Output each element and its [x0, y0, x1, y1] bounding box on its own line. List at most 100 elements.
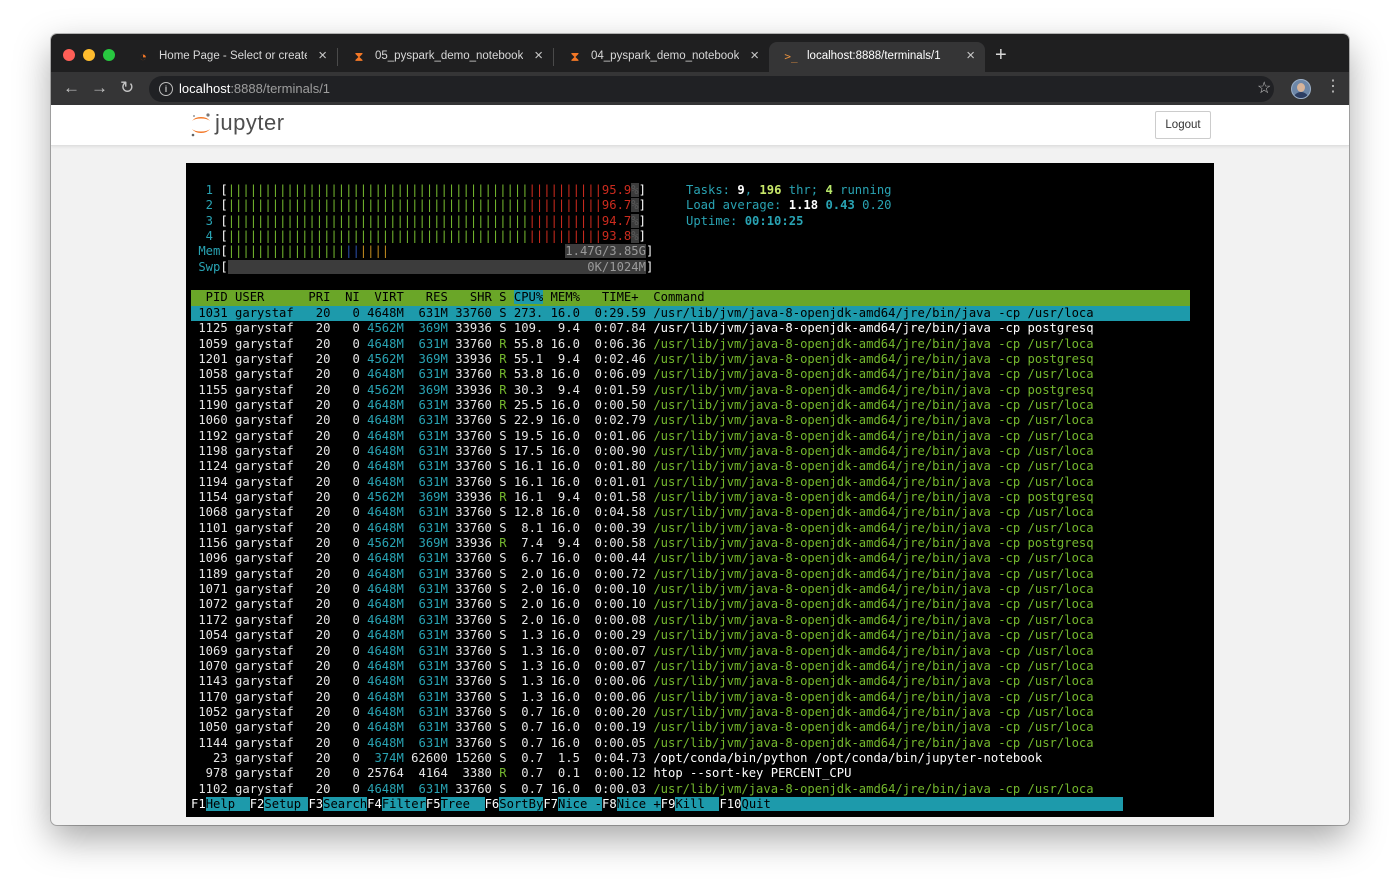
tab-04-notebook[interactable]: ⧗ 04_pyspark_demo_notebook - Jupyter × [553, 42, 769, 72]
state: S [499, 428, 514, 443]
cpu-percent: 16.1 [513, 490, 551, 504]
reload-icon[interactable]: ↻ [120, 78, 134, 98]
function-key-label[interactable]: SortBy [499, 797, 544, 811]
url-text[interactable]: localhost:8888/terminals/1 [179, 81, 330, 96]
tab-home-page[interactable]: ◔ Home Page - Select or create a noteboo… [121, 42, 338, 72]
function-key-label[interactable]: Kill [675, 797, 720, 811]
meter-bracket: ] [638, 183, 646, 197]
menu-kebab-icon[interactable]: ⋮ [1325, 77, 1341, 97]
logout-button[interactable]: Logout [1155, 111, 1211, 139]
function-key-label[interactable]: Search [323, 797, 368, 811]
address-bar[interactable]: i localhost:8888/terminals/1 [149, 76, 1274, 102]
close-icon[interactable]: × [750, 48, 759, 64]
process-row[interactable]: 1190 garystaf 20 0 4648M 631M 33760 R 25… [191, 398, 1190, 413]
process-row[interactable]: 1070 garystaf 20 0 4648M 631M 33760 S 1.… [191, 659, 1190, 674]
process-row[interactable]: 1189 garystaf 20 0 4648M 631M 33760 S 2.… [191, 567, 1190, 582]
tab-terminal[interactable]: >_ localhost:8888/terminals/1 × [769, 42, 985, 72]
close-icon[interactable]: × [966, 48, 975, 64]
priority: 20 [308, 720, 338, 735]
user: garystaf [235, 551, 309, 566]
function-key-label[interactable]: Quit [741, 797, 1124, 811]
close-window-button[interactable] [63, 49, 75, 61]
process-row[interactable]: 1101 garystaf 20 0 4648M 631M 33760 S 8.… [191, 521, 1190, 536]
time: 0:00.39 [587, 520, 654, 535]
function-key-label[interactable]: Nice + [616, 797, 661, 811]
process-row[interactable]: 1058 garystaf 20 0 4648M 631M 33760 R 53… [191, 367, 1190, 382]
jupyter-logo-icon[interactable] [189, 111, 213, 139]
state: R [499, 766, 514, 781]
cpu-percent: 1.3 [513, 689, 551, 704]
tab-title: localhost:8888/terminals/1 [807, 50, 941, 62]
process-row[interactable]: 1069 garystaf 20 0 4648M 631M 33760 S 1.… [191, 644, 1190, 659]
function-key-label[interactable]: Tree [440, 797, 485, 811]
process-row[interactable]: 978 garystaf 20 0 25764 4164 3380 R 0.7 … [191, 766, 1190, 781]
command: /usr/lib/jvm/java-8-openjdk-amd64/jre/bi… [653, 536, 1094, 551]
process-row[interactable]: 1054 garystaf 20 0 4648M 631M 33760 S 1.… [191, 628, 1190, 643]
process-row[interactable]: 1052 garystaf 20 0 4648M 631M 33760 S 0.… [191, 705, 1190, 720]
function-key-label[interactable]: Setup [264, 797, 309, 811]
process-row[interactable]: 1124 garystaf 20 0 4648M 631M 33760 S 16… [191, 459, 1190, 474]
pid: 1170 [191, 689, 236, 704]
function-key-label[interactable]: Help [205, 797, 250, 811]
pid: 1031 [191, 305, 236, 320]
process-row[interactable]: 1201 garystaf 20 0 4562M 369M 33936 R 55… [191, 352, 1190, 367]
jupyter-wordmark[interactable]: jupyter [215, 110, 285, 136]
process-row[interactable]: 1170 garystaf 20 0 4648M 631M 33760 S 1.… [191, 690, 1190, 705]
process-row[interactable]: 1102 garystaf 20 0 4648M 631M 33760 S 0.… [191, 782, 1190, 797]
virt: 4648M [367, 674, 412, 689]
process-row[interactable]: 1155 garystaf 20 0 4562M 369M 33936 R 30… [191, 383, 1190, 398]
process-row[interactable]: 1059 garystaf 20 0 4648M 631M 33760 R 55… [191, 337, 1190, 352]
terminal[interactable]: 1 [|||||||||||||||||||||||||||||||||||||… [186, 163, 1214, 817]
process-row[interactable]: 1068 garystaf 20 0 4648M 631M 33760 S 12… [191, 505, 1190, 520]
process-row[interactable]: 1156 garystaf 20 0 4562M 369M 33936 R 7.… [191, 536, 1190, 551]
bookmark-star-icon[interactable]: ☆ [1257, 78, 1271, 98]
state: R [499, 351, 514, 366]
pid: 1154 [191, 490, 236, 504]
pid: 1096 [191, 551, 236, 566]
res: 631M [411, 781, 456, 796]
virt: 4648M [367, 628, 412, 643]
function-key-f7: F7 [543, 797, 558, 811]
process-row[interactable]: 1060 garystaf 20 0 4648M 631M 33760 S 22… [191, 413, 1190, 428]
process-row[interactable]: 1050 garystaf 20 0 4648M 631M 33760 S 0.… [191, 720, 1190, 735]
process-row[interactable]: 1143 garystaf 20 0 4648M 631M 33760 S 1.… [191, 674, 1190, 689]
priority: 20 [308, 459, 338, 474]
tab-05-notebook[interactable]: ⧗ 05_pyspark_demo_notebook - Jupyter × [337, 42, 554, 72]
process-row[interactable]: 23 garystaf 20 0 374M 62600 15260 S 0.7 … [191, 751, 1190, 766]
process-row[interactable]: 1031 garystaf 20 0 4648M 631M 33760 S 27… [191, 305, 1190, 322]
process-row[interactable]: 1071 garystaf 20 0 4648M 631M 33760 S 2.… [191, 582, 1190, 597]
pid: 1054 [191, 628, 236, 643]
res: 369M [411, 321, 456, 336]
zoom-window-button[interactable] [103, 49, 115, 61]
process-row[interactable]: 1144 garystaf 20 0 4648M 631M 33760 S 0.… [191, 736, 1190, 751]
shr: 33936 [455, 321, 500, 336]
virt: 4648M [367, 566, 412, 581]
uptime-line: Uptime: 00:10:25 [686, 214, 803, 229]
new-tab-button[interactable]: + [995, 44, 1007, 66]
close-icon[interactable]: × [534, 48, 543, 64]
function-key-label[interactable]: Filter [381, 797, 426, 811]
process-row[interactable]: 1125 garystaf 20 0 4562M 369M 33936 S 10… [191, 321, 1190, 336]
virt: 4648M [367, 689, 412, 704]
res: 631M [411, 597, 456, 612]
mem-percent: 0.1 [550, 766, 588, 781]
process-row[interactable]: 1172 garystaf 20 0 4648M 631M 33760 S 2.… [191, 613, 1190, 628]
nice: 0 [337, 674, 368, 689]
profile-avatar[interactable] [1291, 79, 1311, 99]
info-icon[interactable]: i [159, 82, 173, 96]
process-row[interactable]: 1096 garystaf 20 0 4648M 631M 33760 S 6.… [191, 551, 1190, 566]
uptime-value: 00:10:25 [744, 213, 804, 228]
function-key-label[interactable]: Nice - [558, 797, 603, 811]
process-row[interactable]: 1154 garystaf 20 0 4562M 369M 33936 R 16… [191, 490, 1190, 505]
tasks-count: 9 [737, 183, 745, 197]
process-row[interactable]: 1072 garystaf 20 0 4648M 631M 33760 S 2.… [191, 597, 1190, 612]
process-row[interactable]: 1198 garystaf 20 0 4648M 631M 33760 S 17… [191, 444, 1190, 459]
forward-arrow-icon[interactable]: → [91, 78, 108, 98]
back-arrow-icon[interactable]: ← [63, 78, 80, 98]
cpu-percent: 30.3 [513, 382, 551, 397]
close-icon[interactable]: × [318, 48, 327, 64]
process-row[interactable]: 1192 garystaf 20 0 4648M 631M 33760 S 19… [191, 429, 1190, 444]
process-row[interactable]: 1194 garystaf 20 0 4648M 631M 33760 S 16… [191, 475, 1190, 490]
minimize-window-button[interactable] [83, 49, 95, 61]
user: garystaf [235, 628, 309, 643]
